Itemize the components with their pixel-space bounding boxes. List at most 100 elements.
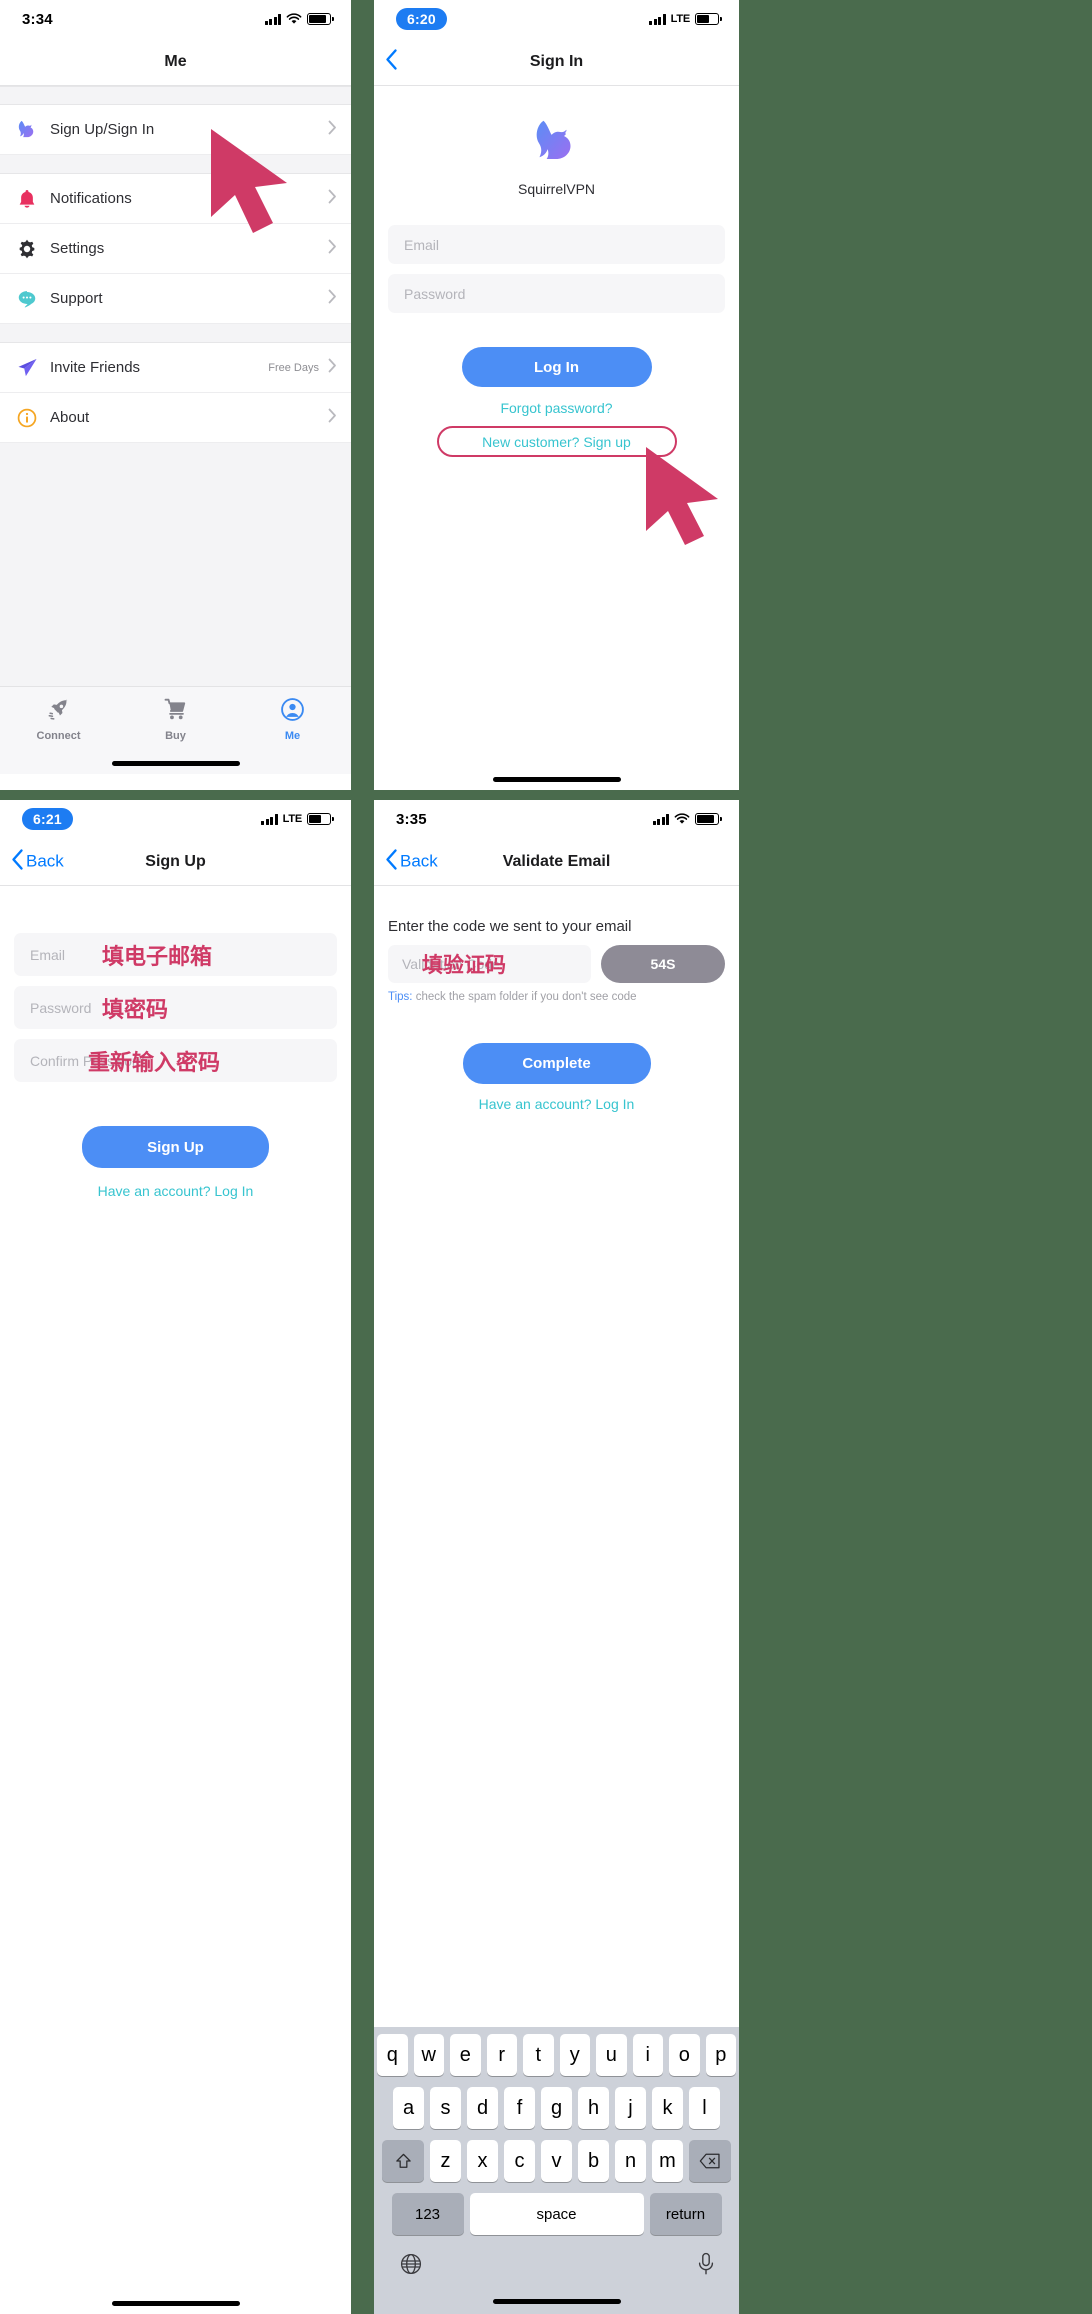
have-account-login-link[interactable]: Have an account? Log In	[14, 1183, 337, 1199]
key-u[interactable]: u	[596, 2034, 627, 2076]
phone-panel-signin: 6:20 LTE Sign In SquirrelVPN Email Passw…	[374, 0, 739, 790]
battery-icon	[307, 13, 334, 25]
battery-icon	[307, 813, 334, 825]
key-s[interactable]: s	[430, 2087, 461, 2129]
key-f[interactable]: f	[504, 2087, 535, 2129]
paper-plane-icon	[16, 356, 50, 379]
page-title: Sign In	[529, 52, 584, 70]
return-key[interactable]: return	[649, 2193, 722, 2235]
email-field[interactable]: Email	[388, 225, 725, 264]
navbar-me: Me	[0, 38, 351, 86]
numbers-key[interactable]: 123	[391, 2193, 464, 2235]
key-w[interactable]: w	[413, 2034, 444, 2076]
chat-bubble-icon	[16, 288, 50, 310]
key-e[interactable]: e	[450, 2034, 481, 2076]
list-empty-area	[0, 443, 351, 686]
squirrel-icon	[16, 118, 50, 141]
chevron-left-icon	[11, 848, 24, 875]
home-indicator[interactable]	[492, 2298, 621, 2304]
annotation-password: 填密码	[102, 997, 169, 1023]
status-indicators	[264, 13, 334, 25]
key-i[interactable]: i	[632, 2034, 663, 2076]
home-indicator[interactable]	[111, 760, 240, 766]
confirm-password-field[interactable]: Confirm Password 重新输入密码	[14, 1039, 337, 1082]
key-v[interactable]: v	[541, 2140, 572, 2182]
space-key[interactable]: space	[469, 2193, 644, 2235]
signal-bars-icon	[261, 813, 278, 825]
key-h[interactable]: h	[578, 2087, 609, 2129]
key-p[interactable]: p	[705, 2034, 736, 2076]
key-n[interactable]: n	[615, 2140, 646, 2182]
sidebar-item-label: About	[50, 409, 90, 426]
key-x[interactable]: x	[467, 2140, 498, 2182]
complete-button[interactable]: Complete	[462, 1043, 651, 1084]
password-placeholder: Password	[404, 285, 466, 302]
tab-connect[interactable]: Connect	[0, 697, 117, 742]
signal-bars-icon	[649, 13, 666, 25]
gear-icon	[16, 238, 50, 260]
chevron-right-icon	[328, 358, 337, 378]
back-button[interactable]: Back	[11, 848, 64, 875]
status-time: 3:35	[396, 810, 427, 828]
email-placeholder: Email	[30, 946, 66, 963]
login-button[interactable]: Log In	[461, 347, 652, 387]
status-time: 6:21	[22, 808, 73, 830]
signal-bars-icon	[264, 13, 281, 25]
globe-icon[interactable]	[399, 2252, 423, 2281]
key-o[interactable]: o	[669, 2034, 700, 2076]
key-g[interactable]: g	[541, 2087, 572, 2129]
key-l[interactable]: l	[689, 2087, 720, 2129]
key-q[interactable]: q	[377, 2034, 408, 2076]
tab-buy[interactable]: Buy	[117, 697, 234, 742]
keyboard-row-2: a s d f g h j k l	[377, 2087, 736, 2129]
have-account-login-link[interactable]: Have an account? Log In	[388, 1096, 725, 1112]
sidebar-item-invite-friends[interactable]: Invite Friends Free Days	[0, 343, 351, 393]
home-indicator[interactable]	[492, 776, 621, 782]
validation-code-input[interactable]: Validation Code 填验证码	[388, 945, 591, 983]
wifi-icon	[674, 813, 690, 825]
key-j[interactable]: j	[615, 2087, 646, 2129]
sidebar-item-about[interactable]: About	[0, 393, 351, 443]
back-button[interactable]	[385, 48, 400, 75]
backspace-icon[interactable]	[689, 2140, 731, 2182]
key-m[interactable]: m	[652, 2140, 683, 2182]
home-indicator[interactable]	[111, 2300, 240, 2306]
battery-icon	[695, 813, 722, 825]
key-k[interactable]: k	[652, 2087, 683, 2129]
key-c[interactable]: c	[504, 2140, 535, 2182]
password-field[interactable]: Password 填密码	[14, 986, 337, 1029]
person-circle-icon	[280, 697, 305, 727]
navbar-validate: Back Validate Email	[374, 838, 739, 886]
sidebar-item-support[interactable]: Support	[0, 274, 351, 324]
tips-body: check the spam folder if you don't see c…	[412, 991, 637, 1003]
keyboard-row-1: q w e r t y u i o p	[377, 2034, 736, 2076]
status-indicators: LTE	[649, 13, 722, 25]
key-t[interactable]: t	[523, 2034, 554, 2076]
status-bar-signup: 6:21 LTE	[0, 800, 351, 838]
forgot-password-link[interactable]: Forgot password?	[388, 400, 725, 416]
shift-icon[interactable]	[382, 2140, 424, 2182]
password-field[interactable]: Password	[388, 274, 725, 313]
navbar-signin: Sign In	[374, 38, 739, 86]
resend-timer-button[interactable]: 54S	[601, 945, 725, 983]
phone-panel-validate: 3:35 Back Validate Email Enter the code …	[374, 800, 739, 2314]
tab-me[interactable]: Me	[234, 697, 351, 742]
status-bar-signin: 6:20 LTE	[374, 0, 739, 38]
key-a[interactable]: a	[393, 2087, 424, 2129]
carrier-label: LTE	[282, 813, 303, 825]
phone-panel-signup: 6:21 LTE Back Sign Up Email 填电子邮箱 Passwo…	[0, 800, 351, 2314]
key-y[interactable]: y	[559, 2034, 590, 2076]
key-d[interactable]: d	[467, 2087, 498, 2129]
back-button[interactable]: Back	[385, 848, 438, 875]
squirrel-logo-icon	[530, 114, 584, 173]
validate-form: Enter the code we sent to your email Val…	[374, 918, 739, 1112]
microphone-icon[interactable]	[696, 2252, 716, 2281]
key-r[interactable]: r	[486, 2034, 517, 2076]
status-time: 3:34	[22, 10, 53, 28]
brand-block: SquirrelVPN	[388, 86, 725, 197]
key-z[interactable]: z	[430, 2140, 461, 2182]
keyboard-footer	[377, 2244, 736, 2288]
signup-button[interactable]: Sign Up	[82, 1126, 269, 1168]
key-b[interactable]: b	[578, 2140, 609, 2182]
email-field[interactable]: Email 填电子邮箱	[14, 933, 337, 976]
